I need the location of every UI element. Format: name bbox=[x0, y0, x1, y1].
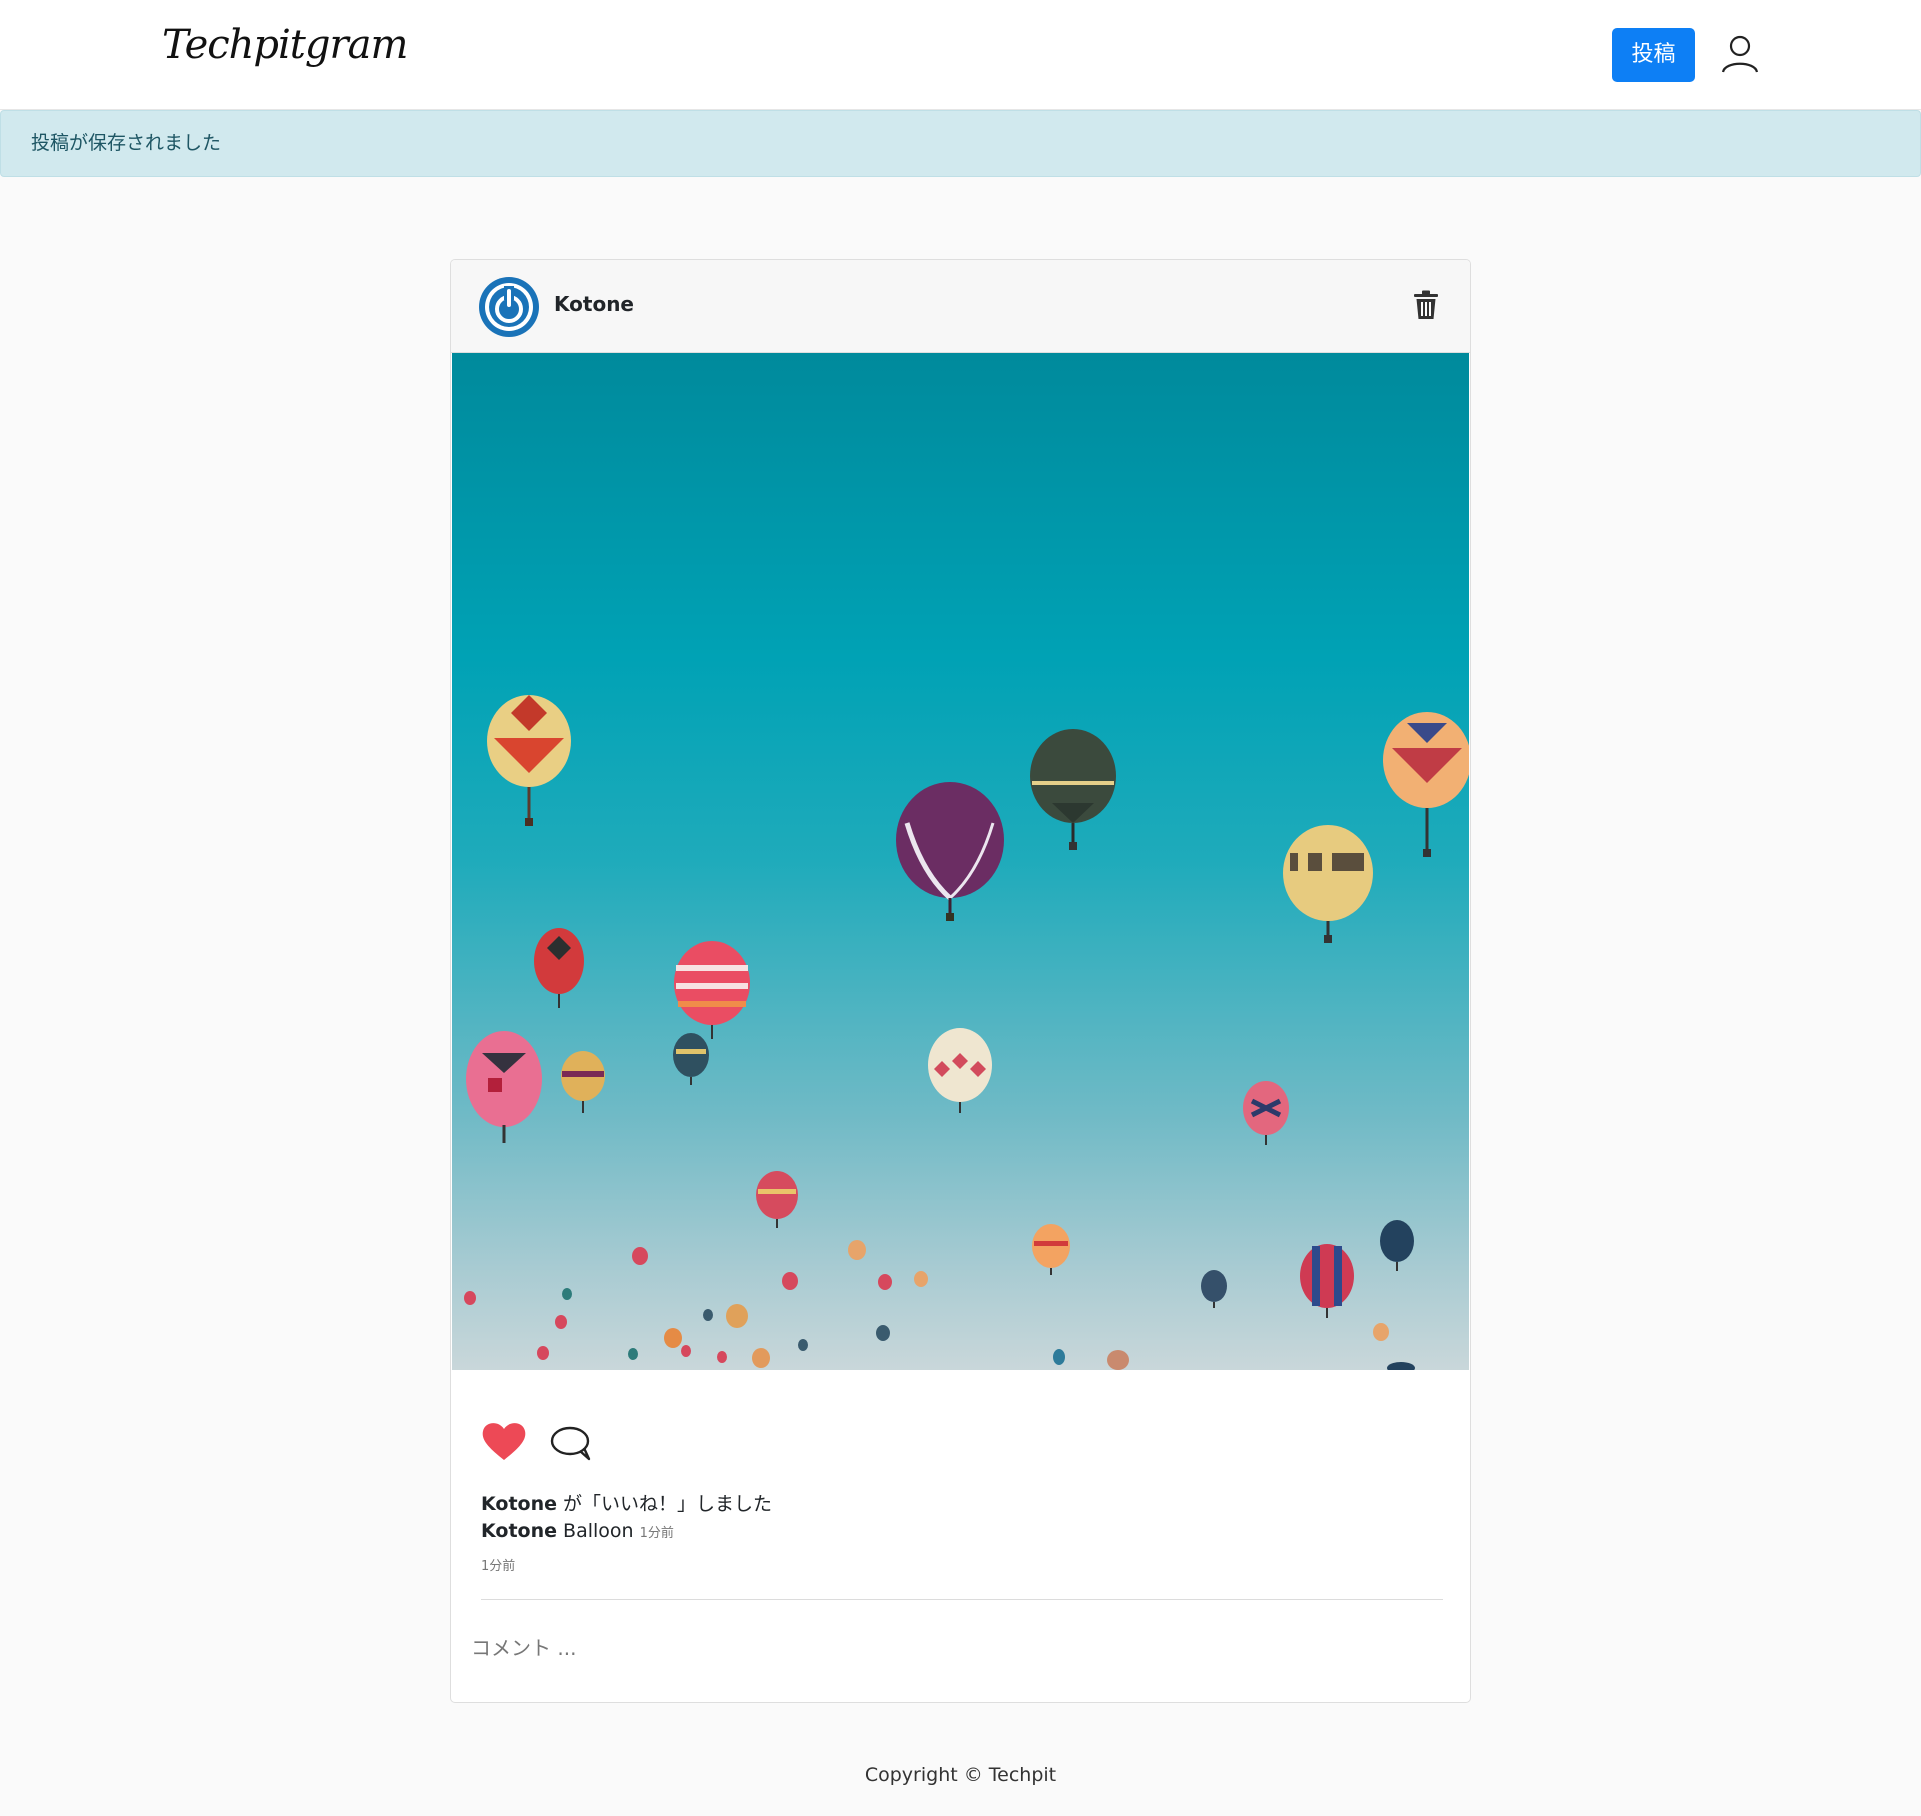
new-post-button[interactable]: 投稿 bbox=[1612, 28, 1695, 82]
caption-text: Balloon bbox=[557, 1520, 640, 1542]
comment-divider bbox=[481, 1599, 1443, 1600]
post-photo[interactable] bbox=[452, 353, 1469, 1370]
like-user[interactable]: Kotone bbox=[481, 1493, 557, 1515]
post-header: Kotone bbox=[451, 260, 1470, 353]
trash-icon[interactable] bbox=[1413, 290, 1439, 320]
comment-input[interactable] bbox=[471, 1623, 1441, 1673]
power-icon[interactable] bbox=[479, 277, 539, 337]
post-timestamp: 1分前 bbox=[481, 1559, 516, 1574]
balloons-illustration bbox=[464, 695, 1469, 1370]
app-logo[interactable]: Techpitgram bbox=[162, 22, 408, 68]
post-username[interactable]: Kotone bbox=[554, 292, 634, 316]
like-text: が「いいね！」しました bbox=[557, 1493, 773, 1515]
success-alert: 投稿が保存されました bbox=[0, 110, 1921, 177]
footer-copyright: Copyright © Techpit bbox=[864, 1764, 1057, 1786]
caption-time: 1分前 bbox=[639, 1526, 674, 1541]
caption: Kotone Balloon 1分前 bbox=[481, 1520, 674, 1542]
user-icon[interactable] bbox=[1721, 34, 1759, 74]
like-summary: Kotone が「いいね！」しました bbox=[481, 1489, 772, 1516]
caption-user[interactable]: Kotone bbox=[481, 1520, 557, 1542]
comment-icon[interactable] bbox=[550, 1426, 592, 1462]
post-card: Kotone Kotone が「いいね！」しました Kotone Balloon… bbox=[450, 259, 1471, 1703]
heart-icon[interactable] bbox=[481, 1420, 527, 1462]
top-navbar: Techpitgram 投稿 bbox=[0, 0, 1921, 110]
